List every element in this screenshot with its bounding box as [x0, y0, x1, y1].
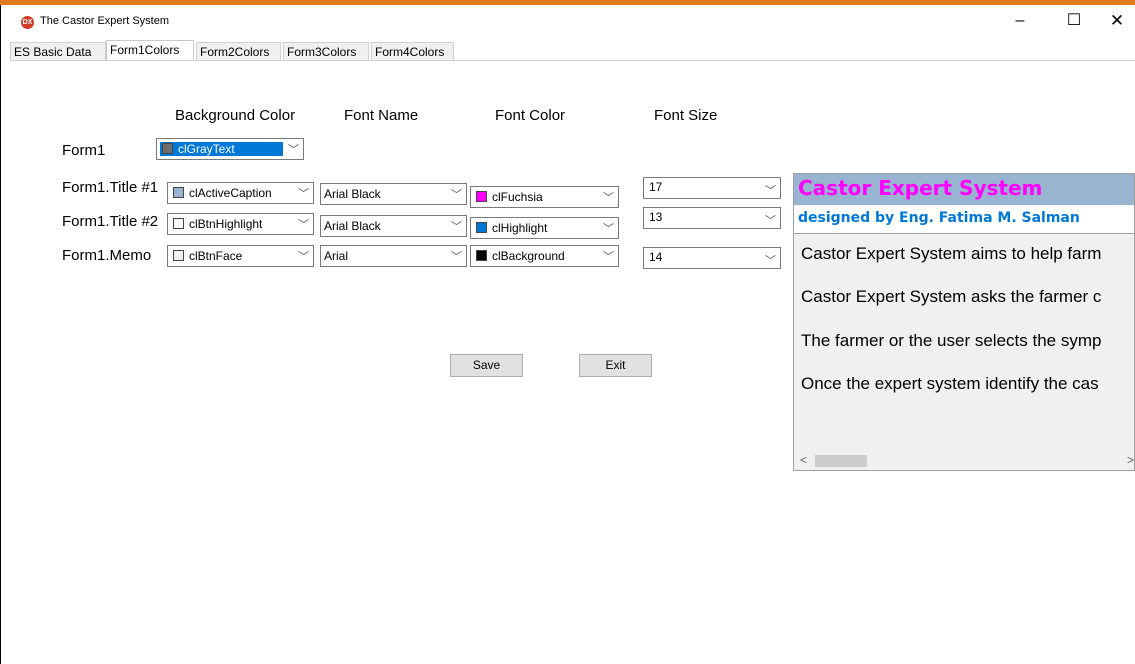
select-value: Arial Black: [324, 187, 381, 201]
row-label-title1: Form1.Title #1: [62, 179, 159, 196]
row-label-form1: Form1: [62, 142, 106, 159]
preview-title2-text: designed by Eng. Fatima M. Salman: [798, 210, 1080, 226]
save-button[interactable]: Save: [450, 354, 523, 377]
header-font-size: Font Size: [654, 107, 718, 124]
chevron-down-icon: ﹀: [765, 185, 776, 197]
memo-bg-color-select[interactable]: clBtnFace ﹀: [167, 245, 314, 267]
preview-title1-text: Castor Expert System: [798, 176, 1043, 200]
color-swatch: [476, 250, 487, 261]
tab-divider: [10, 60, 1135, 61]
minimize-icon[interactable]: –: [997, 6, 1043, 36]
title2-bg-color-select[interactable]: clBtnHighlight ﹀: [167, 213, 314, 235]
maximize-icon[interactable]: ☐: [1051, 6, 1097, 36]
title2-font-name-select[interactable]: Arial Black ﹀: [320, 215, 467, 237]
select-value: clBackground: [492, 249, 565, 263]
memo-line: The farmer or the user selects the symp: [801, 331, 1102, 350]
form1-bg-color-select[interactable]: clGrayText ﹀: [156, 138, 304, 160]
chevron-down-icon: ﹀: [298, 251, 309, 263]
castor-app-icon: DX: [21, 16, 34, 29]
chevron-down-icon: ﹀: [603, 223, 614, 235]
header-font-color: Font Color: [495, 107, 566, 124]
scroll-thumb[interactable]: [815, 455, 867, 467]
title1-font-name-select[interactable]: Arial Black ﹀: [320, 183, 467, 205]
color-swatch: [476, 191, 487, 202]
title2-font-size-select[interactable]: 13 ﹀: [643, 207, 781, 229]
select-value: Arial Black: [324, 219, 381, 233]
form-preview-panel: Castor Expert System designed by Eng. Fa…: [793, 173, 1135, 471]
title2-font-color-select[interactable]: clHighlight ﹀: [470, 217, 619, 239]
select-value: clGrayText: [178, 142, 235, 156]
select-value: clBtnHighlight: [189, 217, 263, 231]
close-icon[interactable]: ✕: [1094, 6, 1135, 36]
select-value: 13: [649, 210, 663, 224]
chevron-down-icon: ﹀: [603, 251, 614, 263]
chevron-down-icon: ﹀: [603, 192, 614, 204]
header-font-name: Font Name: [344, 107, 419, 124]
scroll-left-icon[interactable]: <: [800, 453, 807, 467]
color-swatch: [173, 218, 184, 229]
window-title: The Castor Expert System: [40, 15, 169, 27]
tab-es-basic-data[interactable]: ES Basic Data: [10, 42, 106, 61]
row-label-memo: Form1.Memo: [62, 247, 152, 264]
select-value: clHighlight: [492, 221, 548, 235]
preview-memo[interactable]: Castor Expert System aims to help farm C…: [794, 234, 1134, 452]
select-value: clActiveCaption: [189, 186, 272, 200]
exit-button[interactable]: Exit: [579, 354, 652, 377]
memo-font-color-select[interactable]: clBackground ﹀: [470, 245, 619, 267]
tab-form3colors[interactable]: Form3Colors: [283, 42, 369, 61]
row-label-title2: Form1.Title #2: [62, 213, 159, 230]
chevron-down-icon: ﹀: [451, 251, 462, 263]
select-value: clFuchsia: [492, 190, 543, 204]
memo-line: Castor Expert System asks the farmer c: [801, 287, 1102, 306]
select-value: 14: [649, 250, 663, 264]
color-swatch: [173, 250, 184, 261]
select-value: 17: [649, 180, 663, 194]
chevron-down-icon: ﹀: [288, 144, 299, 156]
tab-form2colors[interactable]: Form2Colors: [196, 42, 281, 61]
memo-line: Once the expert system identify the cas: [801, 374, 1099, 393]
window-titlebar: DX The Castor Expert System: [1, 5, 1135, 37]
horizontal-scrollbar[interactable]: < >: [794, 452, 1134, 470]
tab-form1colors[interactable]: Form1Colors: [106, 40, 194, 61]
color-swatch: [173, 187, 184, 198]
select-value: clBtnFace: [189, 249, 243, 263]
chevron-down-icon: ﹀: [298, 188, 309, 200]
preview-title2: designed by Eng. Fatima M. Salman: [794, 205, 1134, 234]
title1-font-color-select[interactable]: clFuchsia ﹀: [470, 186, 619, 208]
memo-font-name-select[interactable]: Arial ﹀: [320, 245, 467, 267]
left-border: [0, 5, 1, 664]
chevron-down-icon: ﹀: [765, 255, 776, 267]
header-background-color: Background Color: [175, 107, 296, 124]
chevron-down-icon: ﹀: [765, 215, 776, 227]
select-value: Arial: [324, 249, 349, 263]
memo-font-size-select[interactable]: 14 ﹀: [643, 247, 781, 269]
title1-font-size-select[interactable]: 17 ﹀: [643, 177, 781, 199]
chevron-down-icon: ﹀: [451, 189, 462, 201]
chevron-down-icon: ﹀: [298, 219, 309, 231]
memo-line: Castor Expert System aims to help farm: [801, 244, 1102, 263]
preview-title1: Castor Expert System: [794, 174, 1134, 205]
chevron-down-icon: ﹀: [451, 221, 462, 233]
scroll-right-icon[interactable]: >: [1127, 453, 1134, 467]
color-swatch: [476, 222, 487, 233]
tab-form4colors[interactable]: Form4Colors: [371, 42, 454, 61]
title1-bg-color-select[interactable]: clActiveCaption ﹀: [167, 182, 314, 204]
color-swatch: [162, 143, 173, 154]
